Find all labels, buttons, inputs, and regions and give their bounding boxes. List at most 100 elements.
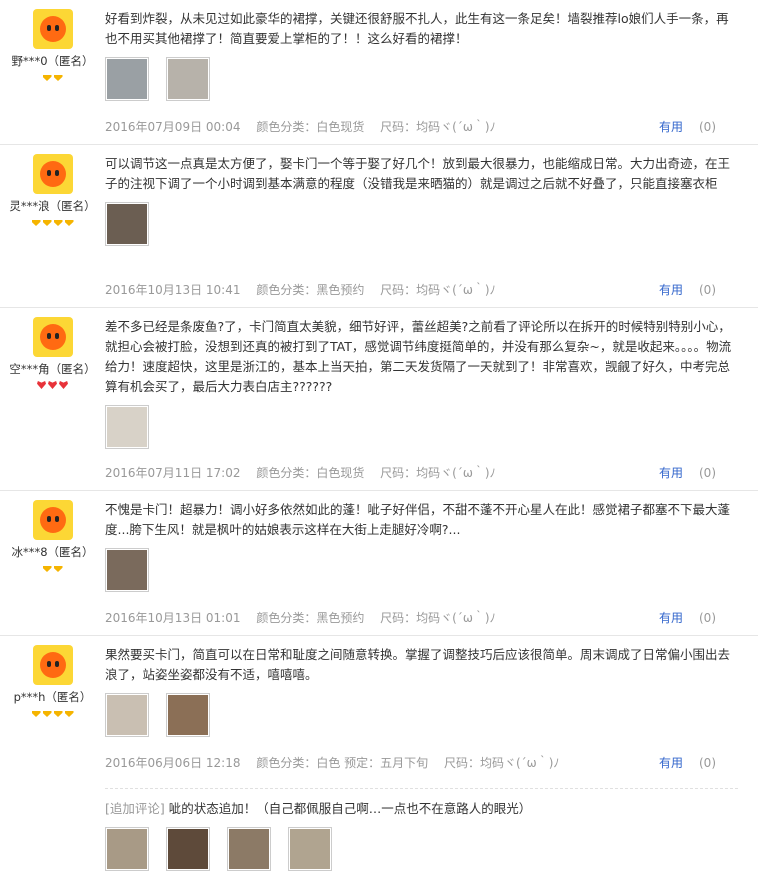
review-date: 2016年10月13日 01:01: [105, 611, 241, 625]
review-meta: 2016年10月13日 10:41 颜色分类：黑色预约 尺码：均码ヾ(´ω｀)ﾉ…: [105, 281, 728, 298]
review-photo-thumbnail[interactable]: [105, 693, 149, 737]
rank-gem-icon: [64, 220, 74, 226]
helpful-vote: 有用 (0): [659, 609, 728, 626]
rank-badge: [0, 379, 105, 391]
reviewer: 灵***浪（匿名）: [0, 154, 105, 228]
followup-photos: [105, 827, 738, 871]
review-spec: 颜色分类：白色现货: [256, 120, 365, 134]
reviewer: 冰***8（匿名）: [0, 500, 105, 574]
review-spec: 颜色分类：黑色预约: [256, 611, 365, 625]
review-meta: 2016年10月13日 01:01 颜色分类：黑色预约 尺码：均码ヾ(´ω｀)ﾉ…: [105, 609, 728, 626]
rank-gem-icon: [53, 711, 63, 717]
review-size: 尺码：均码ヾ(´ω｀)ﾉ: [380, 611, 496, 625]
rank-badge: [0, 216, 105, 228]
review-photo-thumbnail[interactable]: [105, 548, 149, 592]
reviewer-name: p***h（匿名）: [13, 690, 92, 704]
helpful-count: (0): [699, 283, 716, 297]
rank-gem-icon: [53, 75, 63, 81]
review-photo-thumbnail[interactable]: [227, 827, 272, 871]
review-photos: [105, 202, 738, 246]
helpful-button[interactable]: 有用: [659, 120, 683, 134]
review-date: 2016年10月13日 10:41: [105, 283, 241, 297]
rank-badge: [0, 707, 105, 719]
review-photo-thumbnail[interactable]: [105, 827, 149, 871]
review-photo-thumbnail[interactable]: [288, 827, 333, 871]
review-text: 好看到炸裂，从未见过如此豪华的裙撑，关键还很舒服不扎人，此生有这一条足矣！墙裂推…: [105, 11, 729, 46]
review-text: 可以调节这一点真是太方便了，娶卡门一个等于娶了好几个！放到最大很暴力，也能缩成日…: [105, 156, 731, 191]
helpful-count: (0): [699, 611, 716, 625]
review-photo-thumbnail[interactable]: [105, 405, 149, 449]
rank-gem-icon: [64, 711, 74, 717]
review-size: 尺码：均码ヾ(´ω｀)ﾉ: [380, 120, 496, 134]
review-photo-thumbnail[interactable]: [105, 202, 149, 246]
review-item: 野***0（匿名） 好看到炸裂，从未见过如此豪华的裙撑，关键还很舒服不扎人，此生…: [0, 0, 758, 145]
review-photos: [105, 548, 738, 592]
review-spec: 颜色分类：白色现货: [256, 466, 365, 480]
review-item: 冰***8（匿名） 不愧是卡门！超暴力！调小好多依然如此的蓬！呲子好伴侣，不甜不…: [0, 491, 758, 636]
review-photo-thumbnail[interactable]: [166, 827, 211, 871]
review-meta: 2016年07月09日 00:04 颜色分类：白色现货 尺码：均码ヾ(´ω｀)ﾉ…: [105, 118, 728, 135]
rank-heart-icon: [59, 381, 68, 389]
rank-gem-icon: [53, 566, 63, 572]
reviewer: 野***0（匿名）: [0, 9, 105, 83]
rank-badge: [0, 71, 105, 83]
review-item: p***h（匿名） 果然要买卡门，简直可以在日常和耻度之间随意转换。掌握了调整技…: [0, 636, 758, 871]
avatar[interactable]: [32, 500, 73, 540]
reviewer-name: 灵***浪（匿名）: [9, 199, 96, 213]
reviewer: 空***角（匿名）: [0, 317, 105, 391]
review-size: 尺码：均码ヾ(´ω｀)ﾉ: [380, 283, 496, 297]
helpful-button[interactable]: 有用: [659, 283, 683, 297]
review-date: 2016年07月11日 17:02: [105, 466, 241, 480]
avatar[interactable]: [32, 645, 73, 685]
rank-heart-icon: [48, 381, 57, 389]
review-item: 空***角（匿名） 差不多已经是条废鱼?了，卡门简直太美貌，细节好评，蕾丝超美?…: [0, 308, 758, 491]
helpful-vote: 有用 (0): [659, 464, 728, 481]
followup-review: [追加评论] 呲的状态追加！（自己都佩服自己啊…一点也不在意路人的眼光）: [105, 788, 738, 871]
review-photo-thumbnail[interactable]: [166, 57, 211, 101]
rank-badge: [0, 562, 105, 574]
review-photos: [105, 57, 738, 101]
rank-gem-icon: [31, 711, 41, 717]
avatar[interactable]: [32, 154, 73, 194]
review-item: 灵***浪（匿名） 可以调节这一点真是太方便了，娶卡门一个等于娶了好几个！放到最…: [0, 145, 758, 308]
helpful-count: (0): [699, 466, 716, 480]
helpful-vote: 有用 (0): [659, 754, 728, 771]
helpful-button[interactable]: 有用: [659, 756, 683, 770]
review-size: 尺码：均码ヾ(´ω｀)ﾉ: [380, 466, 496, 480]
rank-gem-icon: [42, 220, 52, 226]
review-text: 差不多已经是条废鱼?了，卡门简直太美貌，细节好评，蕾丝超美?之前看了评论所以在拆…: [105, 319, 732, 394]
helpful-count: (0): [699, 756, 716, 770]
review-size: 尺码：均码ヾ(´ω｀)ﾉ: [443, 756, 560, 770]
reviewer-name: 冰***8（匿名）: [11, 545, 94, 559]
review-photos: [105, 693, 738, 737]
review-text: 不愧是卡门！超暴力！调小好多依然如此的蓬！呲子好伴侣，不甜不蓬不开心星人在此！感…: [105, 502, 731, 537]
avatar[interactable]: [32, 9, 73, 49]
helpful-count: (0): [699, 120, 716, 134]
review-photo-thumbnail[interactable]: [166, 693, 211, 737]
followup-text: 呲的状态追加！（自己都佩服自己啊…一点也不在意路人的眼光）: [168, 801, 532, 816]
review-spec: 颜色分类：白色 预定：五月下旬: [256, 756, 429, 770]
rank-gem-icon: [42, 75, 52, 81]
reviewer-name: 空***角（匿名）: [9, 362, 96, 376]
helpful-vote: 有用 (0): [659, 281, 728, 298]
helpful-vote: 有用 (0): [659, 118, 728, 135]
rank-gem-icon: [42, 566, 52, 572]
rank-heart-icon: [37, 381, 46, 389]
helpful-button[interactable]: 有用: [659, 466, 683, 480]
rank-gem-icon: [42, 711, 52, 717]
review-spec: 颜色分类：黑色预约: [256, 283, 365, 297]
review-date: 2016年06月06日 12:18: [105, 756, 241, 770]
review-meta: 2016年06月06日 12:18 颜色分类：白色 预定：五月下旬 尺码：均码ヾ…: [105, 754, 728, 771]
review-text: 果然要买卡门，简直可以在日常和耻度之间随意转换。掌握了调整技巧后应该很简单。周末…: [105, 647, 731, 682]
reviewer-name: 野***0（匿名）: [11, 54, 94, 68]
review-photos: [105, 405, 738, 449]
followup-tag: [追加评论]: [105, 801, 165, 816]
reviewer: p***h（匿名）: [0, 645, 105, 719]
avatar[interactable]: [32, 317, 73, 357]
helpful-button[interactable]: 有用: [659, 611, 683, 625]
review-photo-thumbnail[interactable]: [105, 57, 149, 101]
rank-gem-icon: [31, 220, 41, 226]
rank-gem-icon: [53, 220, 63, 226]
review-meta: 2016年07月11日 17:02 颜色分类：白色现货 尺码：均码ヾ(´ω｀)ﾉ…: [105, 464, 728, 481]
review-date: 2016年07月09日 00:04: [105, 120, 241, 134]
